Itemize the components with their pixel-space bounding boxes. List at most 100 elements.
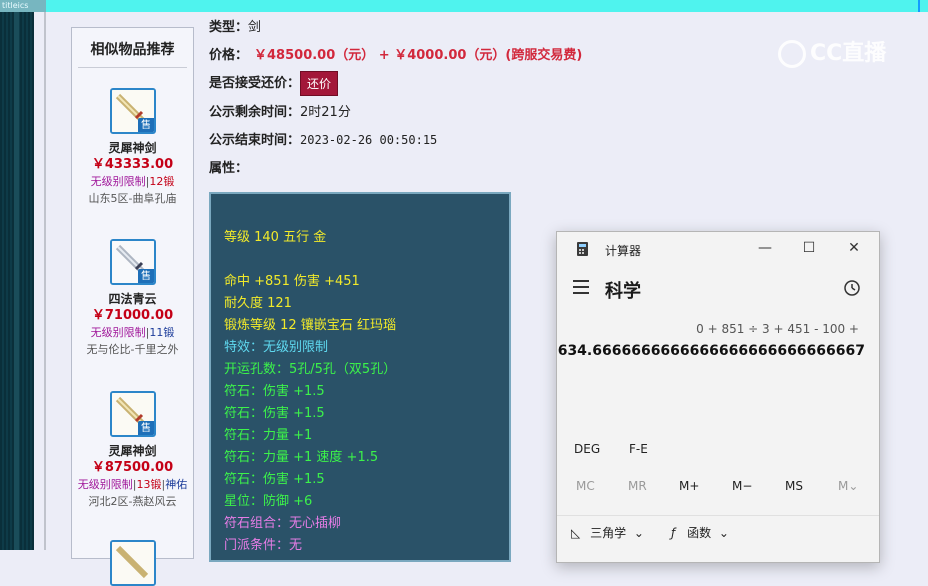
function-icon: ƒ <box>671 526 676 540</box>
calculator-divider <box>557 515 879 516</box>
ms-button[interactable]: MS <box>785 479 803 493</box>
close-icon[interactable]: ✕ <box>844 238 864 258</box>
attr-line: 符石：伤害 +1.5 <box>224 406 325 421</box>
chevron-down-icon: ⌄ <box>633 526 644 540</box>
hamburger-menu-icon[interactable] <box>573 280 589 294</box>
chevron-down-icon: ⌄ <box>718 526 729 540</box>
counter-offer-button[interactable]: 还价 <box>300 71 339 96</box>
item-price: ￥87500.00 <box>91 460 174 475</box>
counter-offer-label: 是否接受还价： <box>209 76 301 91</box>
sword-gold-icon[interactable]: 售 <box>109 88 156 134</box>
top-strip-marker <box>918 0 920 12</box>
attr-line: 特效：无级别限制 <box>224 340 329 355</box>
sidebar-title: 相似物品推荐 <box>90 42 175 58</box>
attr-line: 等级 140 五行 金 <box>224 230 327 245</box>
sold-badge: 售 <box>137 269 154 283</box>
item-tags: 无级别限制|11锻 <box>90 326 175 339</box>
function-label: 函数 <box>687 526 712 540</box>
memory-list-button[interactable]: M⌄ <box>838 479 858 493</box>
attr-line: 开运孔数：5孔/5孔（双5孔） <box>224 362 397 377</box>
mr-button[interactable]: MR <box>628 479 647 493</box>
calculator-app-icon <box>577 242 588 256</box>
sidebar-divider <box>78 67 187 68</box>
end-time-row: 公示结束时间：2023-02-26 00:50:15 <box>209 129 437 148</box>
m-minus-button[interactable]: M− <box>732 479 752 493</box>
watermark-text: CC直播 <box>810 41 887 66</box>
item-tag-forge: 12锻 <box>149 175 175 188</box>
history-icon[interactable] <box>843 279 861 297</box>
item-price: ￥71000.00 <box>91 308 174 323</box>
item-server: 无与伦比-千里之外 <box>86 343 179 356</box>
attr-line: 符石组合：无心插柳 <box>224 516 342 531</box>
trigonometry-dropdown[interactable]: ◺ 三角学 ⌄ <box>571 524 644 541</box>
remaining-time-row: 公示剩余时间：2时21分 <box>209 101 351 120</box>
sold-badge: 售 <box>137 118 154 132</box>
left-dark-panel <box>0 12 34 550</box>
similar-items-sidebar: 相似物品推荐 售 灵犀神剑 ￥43333.00 无级别限制|12锻 山东5区-曲… <box>71 27 194 586</box>
end-time-value: 2023-02-26 00:50:15 <box>300 133 438 147</box>
calculator-window: 计算器 — ☐ ✕ 科学 0 + 851 ÷ 3 + 451 - 100 + 6… <box>556 231 880 563</box>
similar-item[interactable]: 售 灵犀神剑 ￥43333.00 无级别限制|12锻 山东5区-曲阜孔庙 <box>72 88 193 207</box>
remaining-time-label: 公示剩余时间： <box>209 105 301 120</box>
attr-line: 锻炼等级 12 镶嵌宝石 红玛瑙 <box>224 318 396 333</box>
item-tags: 无级别限制|13锻|神佑 <box>77 478 188 491</box>
similar-item[interactable]: 售 灵犀神剑 ￥87500.00 无级别限制|13锻|神佑 河北2区-燕赵风云 <box>72 391 193 510</box>
calculator-expression: 0 + 851 ÷ 3 + 451 - 100 + <box>696 322 859 336</box>
sword-gold-icon[interactable]: 售 <box>109 391 156 437</box>
price-value: ￥48500.00（元） + ￥4000.00（元）(跨服交易费) <box>254 48 583 63</box>
similar-item[interactable]: 售 四法青云 ￥71000.00 无级别限制|11锻 无与伦比-千里之外 <box>72 239 193 358</box>
calculator-result: 634.6666666666666666666666666667 <box>557 343 865 359</box>
type-value: 剑 <box>248 20 262 35</box>
attr-line: 命中 +851 伤害 +451 <box>224 274 360 289</box>
maximize-icon[interactable]: ☐ <box>799 238 819 258</box>
type-row: 类型：剑 <box>209 16 261 35</box>
item-name[interactable]: 四法青云 <box>72 291 193 307</box>
attributes-row: 属性： <box>209 157 248 176</box>
item-tag-forge: 11锻 <box>149 326 175 339</box>
item-server: 河北2区-燕赵风云 <box>88 495 177 508</box>
top-strip-tag: titleics <box>0 0 46 12</box>
item-name[interactable]: 灵犀神剑 <box>72 443 193 459</box>
trigonometry-label: 三角学 <box>590 526 627 540</box>
price-row: 价格： ￥48500.00（元） + ￥4000.00（元）(跨服交易费) <box>209 44 582 63</box>
remaining-time-value: 2时21分 <box>300 105 351 120</box>
calculator-title: 计算器 <box>605 244 642 258</box>
cc-logo-icon <box>778 40 806 68</box>
item-tag-level: 无级别限制 <box>77 478 133 491</box>
attr-line: 星位：防御 +6 <box>224 494 313 509</box>
calculator-mode-title: 科学 <box>605 281 641 302</box>
deg-button[interactable]: DEG <box>574 442 600 456</box>
sword-gold-icon[interactable] <box>109 540 156 586</box>
m-plus-button[interactable]: M+ <box>679 479 699 493</box>
attributes-panel: 等级 140 五行 金 命中 +851 伤害 +451 耐久度 121 锻炼等级… <box>209 192 511 562</box>
minimize-icon[interactable]: — <box>755 238 775 258</box>
counter-offer-row: 是否接受还价： 还价 <box>209 71 339 96</box>
price-label: 价格： <box>209 48 249 63</box>
item-tags: 无级别限制|12锻 <box>90 175 175 188</box>
sword-silver-icon[interactable]: 售 <box>109 239 156 285</box>
attributes-label: 属性： <box>209 161 249 176</box>
type-label: 类型： <box>209 20 249 35</box>
browser-top-strip: titleics <box>0 0 928 12</box>
end-time-label: 公示结束时间： <box>209 133 301 148</box>
stream-watermark: CC直播 <box>778 35 886 68</box>
attr-line: 符石：伤害 +1.5 <box>224 384 325 399</box>
fe-button[interactable]: F-E <box>629 442 648 456</box>
mc-button[interactable]: MC <box>576 479 595 493</box>
triangle-icon: ◺ <box>571 526 581 540</box>
function-dropdown[interactable]: ƒ 函数 ⌄ <box>671 524 729 541</box>
similar-item-partial[interactable] <box>72 540 193 586</box>
item-tag-forge: 13锻 <box>136 478 162 491</box>
attr-line: 门派条件：无 <box>224 538 303 553</box>
item-tag-level: 无级别限制 <box>90 326 146 339</box>
attr-line: 耐久度 121 <box>224 296 292 311</box>
item-name[interactable]: 灵犀神剑 <box>72 140 193 156</box>
attr-line: 符石：伤害 +1.5 <box>224 472 325 487</box>
item-tag-level: 无级别限制 <box>90 175 146 188</box>
item-server: 山东5区-曲阜孔庙 <box>88 192 177 205</box>
item-price: ￥43333.00 <box>91 157 174 172</box>
attr-line: 符石：力量 +1 速度 +1.5 <box>224 450 379 465</box>
sold-badge: 售 <box>137 421 154 435</box>
attr-line: 符石：力量 +1 <box>224 428 313 443</box>
item-tag-extra: 神佑 <box>165 478 188 491</box>
